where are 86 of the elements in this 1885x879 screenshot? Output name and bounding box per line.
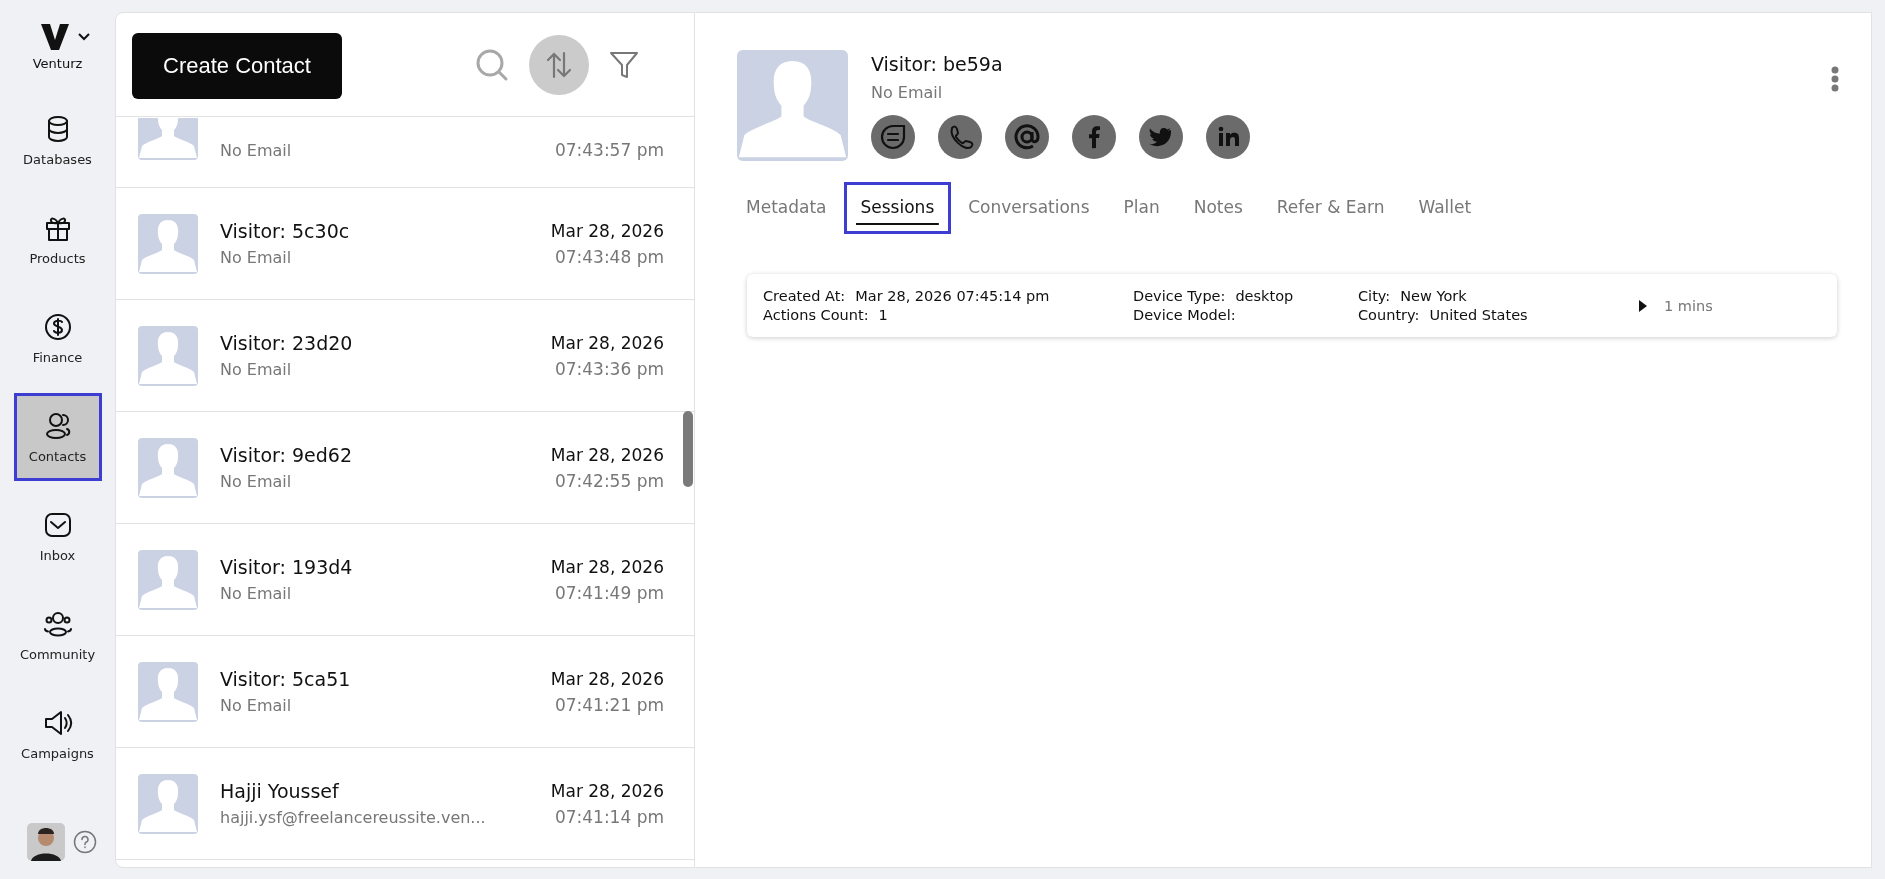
sidebar-item[interactable]: Campaigns — [13, 690, 102, 778]
dollar-icon — [42, 311, 73, 342]
avatar-icon — [138, 437, 198, 498]
contact-time: 07:41:49 pm — [554, 582, 664, 603]
twitter-icon[interactable] — [1139, 115, 1183, 159]
contact-date: Mar 28, 2026 — [550, 220, 664, 241]
tab[interactable]: Conversations — [951, 182, 1107, 234]
session-card[interactable]: Created At: Mar 28, 2026 07:45:14 pm Actions Count: 1 Device Type: desktop Device Model: City: New York Country: United States 1 mins — [747, 274, 1837, 337]
create-contact-button[interactable]: Create Contact — [132, 32, 342, 99]
contact-date: Mar 28, 2026 — [550, 556, 664, 577]
contact-date: Mar 28, 2026 — [550, 668, 664, 689]
contact-email: hajji.ysf@freelancereussite.ven... — [220, 808, 487, 827]
contact-date: Mar 28, 2026 — [550, 332, 664, 353]
contact-date: Mar 28, 2026 — [550, 444, 664, 465]
contact-name: Visitor: 9ed62 — [220, 444, 354, 466]
contact-time: 07:43:57 pm — [554, 140, 664, 160]
help-icon[interactable] — [72, 830, 97, 854]
contact-email: No Email — [220, 360, 293, 379]
field-value: 1 — [878, 307, 888, 323]
sort-icon — [545, 50, 573, 79]
contact-time: 07:41:21 pm — [554, 694, 664, 715]
contact-email: No Email — [871, 83, 944, 102]
field-label: Device Type: — [1133, 288, 1226, 304]
duration: 1 mins — [1664, 297, 1713, 314]
at-icon[interactable] — [1005, 115, 1049, 159]
play-icon[interactable] — [1638, 298, 1648, 313]
more-icon[interactable] — [1831, 66, 1839, 92]
field-label: Created At: — [763, 288, 846, 304]
field-value: United States — [1429, 307, 1528, 323]
field-value: New York — [1400, 288, 1467, 304]
field-label: Country: — [1358, 307, 1420, 323]
field-label: Actions Count: — [763, 307, 869, 323]
avatar-icon — [737, 50, 848, 161]
tab[interactable]: Wallet — [1401, 182, 1489, 234]
contact-email: No Email — [220, 696, 293, 715]
contact-row[interactable]: No Email 07:43:57 pm — [116, 117, 694, 188]
contact-name: Visitor: 5c30c — [220, 220, 351, 242]
contact-name: Visitor: 23d20 — [220, 332, 354, 354]
logo-icon[interactable] — [39, 22, 70, 52]
contact-name: Visitor: 193d4 — [220, 556, 354, 578]
contact-email: No Email — [220, 141, 293, 160]
field-label: Device Model: — [1133, 307, 1236, 323]
avatar-icon — [138, 325, 198, 386]
brand-name: Venturz — [32, 56, 83, 71]
sidebar-item[interactable]: Inbox — [13, 492, 102, 580]
tab[interactable]: Plan — [1106, 182, 1177, 234]
tab[interactable]: Sessions — [843, 182, 952, 234]
sidebar-item[interactable]: Products — [13, 195, 102, 283]
contact-row[interactable]: Visitor: 193d4 No Email Mar 28, 2026 07:41:49 pm — [116, 524, 694, 636]
avatar-icon — [138, 773, 198, 834]
avatar-icon — [138, 661, 198, 722]
filter-icon[interactable] — [609, 49, 639, 80]
contact-name: Visitor: be59a — [871, 53, 1004, 75]
tab[interactable]: Notes — [1176, 182, 1260, 234]
contact-time: 07:41:14 pm — [554, 806, 664, 827]
sidebar-item[interactable]: Databases — [13, 96, 102, 184]
chat-icon[interactable] — [871, 115, 915, 159]
caret-icon[interactable] — [77, 33, 90, 41]
contact-email: No Email — [220, 584, 293, 603]
sidebar-item[interactable]: Finance — [13, 294, 102, 382]
field-value: Mar 28, 2026 07:45:14 pm — [855, 288, 1050, 304]
phone-icon[interactable] — [938, 115, 982, 159]
avatar-icon — [138, 549, 198, 610]
sidebar-item[interactable]: Community — [13, 591, 102, 679]
avatar-icon — [138, 213, 198, 274]
contact-row[interactable]: Visitor: 5ca51 No Email Mar 28, 2026 07:41:21 pm — [116, 636, 694, 748]
contact-row[interactable]: Hajji Youssef hajji.ysf@freelancereussite.ven... Mar 28, 2026 07:41:14 pm — [116, 748, 694, 860]
contact-row[interactable]: Visitor: 5c30c No Email Mar 28, 2026 07:43:48 pm — [116, 188, 694, 300]
avatar-icon — [138, 118, 198, 160]
contact-time: 07:42:55 pm — [554, 470, 664, 491]
contact-name: Visitor: 5ca51 — [220, 668, 352, 690]
facebook-icon[interactable] — [1072, 115, 1116, 159]
field-value: desktop — [1235, 288, 1294, 304]
tab[interactable]: Refer & Earn — [1259, 182, 1402, 234]
sidebar-item[interactable]: Contacts — [13, 393, 102, 481]
tab[interactable]: Metadata — [729, 182, 844, 234]
contact-row[interactable]: Visitor: 23d20 No Email Mar 28, 2026 07:43:36 pm — [116, 300, 694, 412]
contact-name: Hajji Youssef — [220, 780, 340, 802]
contact-date: Mar 28, 2026 — [550, 780, 664, 801]
contact-email: No Email — [220, 472, 293, 491]
contact-email: No Email — [220, 248, 293, 267]
contact-time: 07:43:48 pm — [554, 246, 664, 267]
linkedin-icon[interactable] — [1206, 115, 1250, 159]
field-label: City: — [1358, 288, 1391, 304]
scrollbar[interactable] — [683, 411, 693, 487]
contact-time: 07:43:36 pm — [554, 358, 664, 379]
